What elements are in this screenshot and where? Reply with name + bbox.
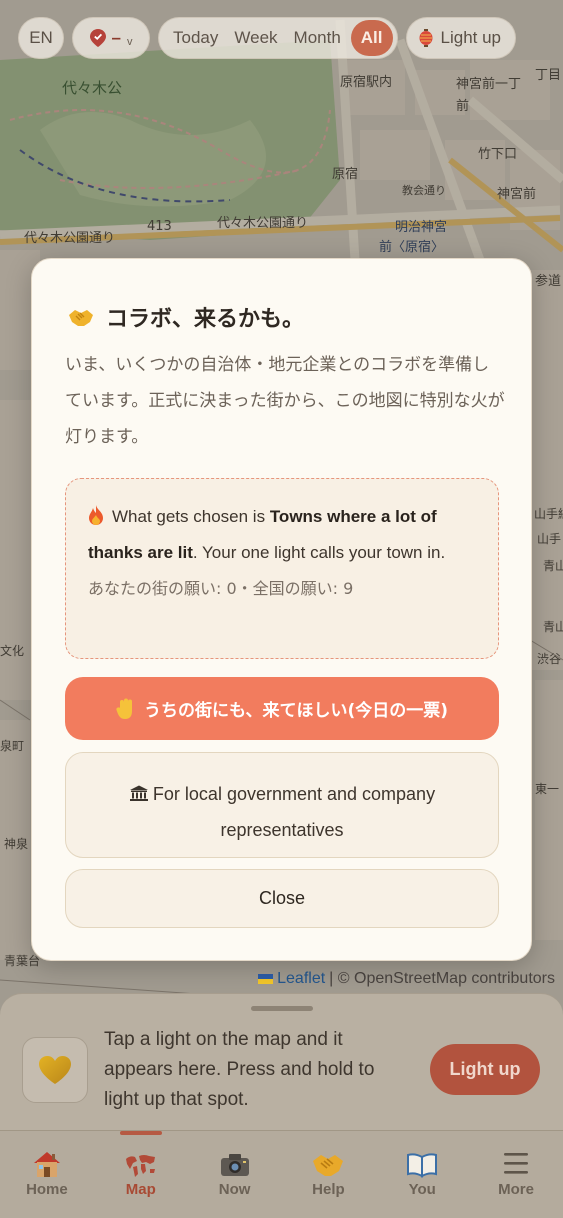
map-pin-icon bbox=[89, 29, 106, 47]
range-today[interactable]: Today bbox=[167, 28, 224, 48]
bottom-sheet: Tap a light on the map and it appears he… bbox=[0, 993, 563, 1130]
osm-attribution[interactable]: | © OpenStreetMap contributors bbox=[329, 970, 555, 988]
modal-description: いま、いくつかの自治体・地元企業とのコラボを準備しています。正式に決まった街から… bbox=[65, 355, 505, 447]
world-map-icon bbox=[125, 1155, 155, 1177]
tab-more-label: More bbox=[498, 1181, 534, 1198]
menu-icon bbox=[504, 1153, 529, 1174]
light-up-filter-label: Light up bbox=[440, 28, 502, 47]
flame-icon bbox=[89, 505, 103, 525]
range-week[interactable]: Week bbox=[228, 28, 283, 48]
vote-button[interactable]: うちの街にも、来てほしい(今日の一票) bbox=[65, 677, 499, 740]
handshake-icon bbox=[313, 1155, 344, 1176]
tab-bar: Home Map Now Help You More bbox=[0, 1130, 563, 1218]
modal-title: コラボ、来るかも。 bbox=[106, 307, 305, 332]
sheet-handle[interactable] bbox=[251, 1006, 313, 1011]
tab-you-label: You bbox=[408, 1181, 436, 1198]
lantern-icon bbox=[419, 29, 433, 47]
tab-home-label: Home bbox=[26, 1181, 68, 1198]
tab-home[interactable]: Home bbox=[0, 1131, 94, 1218]
selection-info-text: What gets chosen is Towns where a lot of… bbox=[88, 499, 476, 571]
heart-icon bbox=[39, 1056, 71, 1084]
house-icon bbox=[33, 1152, 60, 1177]
leaflet-link[interactable]: Leaflet bbox=[277, 970, 325, 988]
modal-header: コラボ、来るかも。 bbox=[68, 301, 304, 333]
sheet-hint-text: Tap a light on the map and it appears he… bbox=[104, 1029, 375, 1110]
time-range-group: Today Week Month All bbox=[158, 17, 398, 59]
close-button[interactable]: Close bbox=[65, 869, 499, 928]
ukraine-flag-icon bbox=[258, 974, 274, 984]
tab-now[interactable]: Now bbox=[188, 1131, 282, 1218]
selected-light-thumbnail bbox=[22, 1037, 88, 1103]
tab-map[interactable]: Map bbox=[94, 1131, 188, 1218]
wish-counts: あなたの街の願い: 0・全国の願い: 9 bbox=[88, 579, 354, 598]
tab-more[interactable]: More bbox=[469, 1131, 563, 1218]
book-icon bbox=[407, 1153, 438, 1178]
selection-info-suffix: . Your one light calls your town in. bbox=[192, 543, 446, 562]
vote-button-label: うちの街にも、来てほしい(今日の一票) bbox=[143, 701, 449, 721]
range-month[interactable]: Month bbox=[288, 28, 347, 48]
camera-icon bbox=[220, 1154, 249, 1176]
light-up-filter[interactable]: Light up bbox=[405, 17, 517, 59]
tab-help[interactable]: Help bbox=[281, 1131, 375, 1218]
light-up-button[interactable]: Light up bbox=[430, 1044, 540, 1095]
collab-modal: コラボ、来るかも。 いま、いくつかの自治体・地元企業とのコラボを準備しています。… bbox=[31, 258, 532, 961]
selection-info-box: What gets chosen is Towns where a lot of… bbox=[65, 478, 499, 659]
raised-hand-icon bbox=[116, 698, 132, 719]
language-toggle[interactable]: EN bbox=[18, 17, 64, 59]
map-attribution: Leaflet | © OpenStreetMap contributors bbox=[258, 970, 555, 988]
tab-you[interactable]: You bbox=[375, 1131, 469, 1218]
language-label: EN bbox=[29, 28, 53, 47]
representatives-button-label: For local government and company represe… bbox=[152, 784, 436, 840]
classical-building-icon bbox=[129, 785, 148, 801]
representatives-button[interactable]: For local government and company represe… bbox=[65, 752, 499, 858]
selection-info-prefix: What gets chosen is bbox=[112, 507, 270, 526]
filter-bar: EN – v Today Week Month All Light up bbox=[18, 16, 563, 60]
tab-now-label: Now bbox=[218, 1181, 251, 1198]
range-all[interactable]: All bbox=[350, 20, 393, 56]
handshake-icon bbox=[69, 310, 93, 326]
chevron-down-icon: v bbox=[126, 36, 133, 48]
tab-map-label: Map bbox=[125, 1181, 156, 1198]
tab-help-label: Help bbox=[312, 1181, 345, 1198]
location-select[interactable]: – v bbox=[72, 17, 150, 59]
location-value: – bbox=[111, 28, 121, 47]
